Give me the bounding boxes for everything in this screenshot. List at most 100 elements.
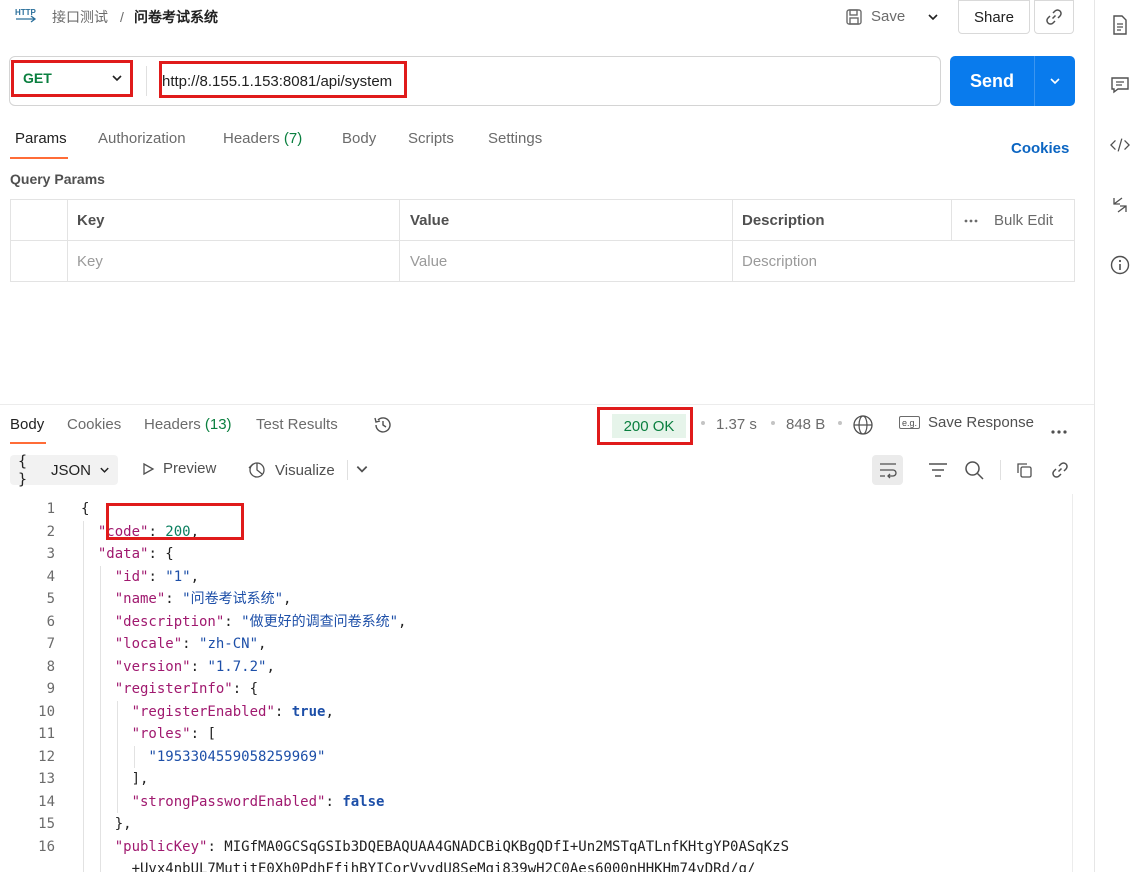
code-line: 13 ], bbox=[0, 768, 1070, 791]
format-value: JSON bbox=[50, 461, 91, 479]
code-text: "data": { bbox=[97, 546, 174, 562]
breadcrumb-current[interactable]: 问卷考试系统 bbox=[134, 7, 218, 27]
send-options-button[interactable] bbox=[1034, 56, 1075, 106]
history-icon[interactable] bbox=[373, 415, 393, 435]
code-text: "roles": [ bbox=[131, 726, 216, 742]
more-options-icon[interactable] bbox=[1050, 422, 1070, 434]
headers-count: (7) bbox=[283, 130, 303, 147]
line-number: 9 bbox=[46, 681, 55, 697]
save-button[interactable]: Save bbox=[839, 0, 917, 33]
visualize-button[interactable]: Visualize bbox=[247, 460, 335, 480]
table-row: Key Value Description bbox=[11, 241, 1074, 282]
query-params-title: Query Params bbox=[10, 171, 105, 187]
code-line: +Uvx4nbUL7MutitE0Xh0PdhFfihBYICorVvvdU8S… bbox=[0, 858, 1070, 872]
response-tab-body[interactable]: Body bbox=[10, 416, 44, 433]
code-line: 11 "roles": [ bbox=[0, 723, 1070, 746]
save-response-button[interactable]: e.g. Save Response bbox=[899, 414, 1034, 431]
highlight-box-code bbox=[106, 503, 244, 540]
tab-settings[interactable]: Settings bbox=[488, 130, 542, 147]
key-input[interactable]: Key bbox=[77, 253, 103, 270]
code-text: +Uvx4nbUL7MutitE0Xh0PdhFfihBYICorVvvdU8S… bbox=[81, 861, 756, 872]
cookies-link[interactable]: Cookies bbox=[1011, 140, 1069, 157]
toolbar-separator bbox=[347, 460, 348, 480]
indent-guide bbox=[116, 700, 118, 813]
response-size[interactable]: 848 B bbox=[786, 416, 825, 433]
code-line: 7 "locale": "zh-CN", bbox=[0, 633, 1070, 656]
line-number: 1 bbox=[46, 501, 55, 517]
separator-dot bbox=[771, 421, 775, 425]
breadcrumb-separator: / bbox=[120, 9, 124, 25]
code-line: 10 "registerEnabled": true, bbox=[0, 701, 1070, 724]
tab-headers[interactable]: Headers (7) bbox=[223, 130, 302, 147]
info-icon[interactable] bbox=[1110, 255, 1130, 275]
editor-scrollbar[interactable] bbox=[1072, 494, 1073, 872]
preview-label: Preview bbox=[163, 460, 217, 477]
line-number: 8 bbox=[46, 658, 55, 675]
highlight-box-method bbox=[11, 60, 133, 97]
value-input[interactable]: Value bbox=[410, 253, 447, 270]
link-icon bbox=[1046, 9, 1062, 25]
http-icon: HTTP bbox=[15, 6, 37, 26]
line-number: 11 bbox=[38, 726, 55, 742]
tab-body[interactable]: Body bbox=[342, 130, 376, 147]
save-icon bbox=[846, 8, 862, 25]
chevron-down-icon bbox=[100, 467, 109, 473]
response-tab-cookies[interactable]: Cookies bbox=[67, 416, 121, 433]
tab-authorization[interactable]: Authorization bbox=[98, 130, 186, 147]
related-collections-icon[interactable] bbox=[1110, 195, 1130, 215]
line-number: 10 bbox=[38, 703, 55, 720]
copy-icon[interactable] bbox=[1012, 458, 1036, 482]
separator-dot bbox=[838, 421, 842, 425]
code-text: "locale": "zh-CN", bbox=[114, 636, 267, 652]
send-button[interactable]: Send bbox=[950, 56, 1034, 106]
response-time[interactable]: 1.37 s bbox=[716, 416, 757, 433]
example-icon: e.g. bbox=[899, 416, 921, 429]
table-header-row: Key Value Description Bulk Edit bbox=[11, 200, 1074, 241]
save-options-button[interactable] bbox=[918, 0, 948, 33]
share-button[interactable]: Share bbox=[958, 0, 1030, 34]
response-tab-test-results[interactable]: Test Results bbox=[256, 416, 338, 433]
line-number: 3 bbox=[46, 546, 55, 562]
code-line: 4 "id": "1", bbox=[0, 566, 1070, 589]
chevron-down-icon bbox=[928, 13, 938, 20]
code-line: 3 "data": { bbox=[0, 543, 1070, 566]
code-line: 8 "version": "1.7.2", bbox=[0, 656, 1070, 679]
filter-icon[interactable] bbox=[926, 458, 950, 482]
search-icon[interactable] bbox=[962, 458, 986, 482]
preview-button[interactable]: Preview bbox=[141, 460, 216, 477]
code-text: "strongPasswordEnabled": false bbox=[131, 793, 385, 810]
line-number: 7 bbox=[46, 636, 55, 652]
separator-dot bbox=[701, 421, 705, 425]
toolbar-separator bbox=[1000, 460, 1001, 480]
more-icon bbox=[964, 219, 978, 222]
comments-icon[interactable] bbox=[1110, 75, 1130, 95]
code-text: "publicKey": MIGfMA0GCSqGSIb3DQEBAQUAA4G… bbox=[114, 838, 790, 855]
indent-guide bbox=[83, 520, 84, 872]
visualize-options-button[interactable] bbox=[355, 462, 371, 478]
column-value: Value bbox=[410, 212, 450, 229]
description-input[interactable]: Description bbox=[742, 253, 817, 270]
code-text: "registerEnabled": true, bbox=[131, 703, 334, 720]
code-icon[interactable] bbox=[1110, 135, 1130, 155]
bulk-edit-button[interactable]: Bulk Edit bbox=[964, 212, 1053, 229]
code-text: "name": "问卷考试系统", bbox=[114, 591, 292, 607]
code-text: "version": "1.7.2", bbox=[114, 658, 275, 675]
copy-link-button[interactable] bbox=[1034, 0, 1074, 34]
code-text: { bbox=[81, 501, 90, 517]
documentation-icon[interactable] bbox=[1110, 15, 1130, 35]
globe-icon[interactable] bbox=[852, 414, 874, 436]
code-line: 5 "name": "问卷考试系统", bbox=[0, 588, 1070, 611]
code-text: "id": "1", bbox=[114, 568, 200, 585]
format-select[interactable]: { } JSON bbox=[10, 452, 118, 488]
line-number: 14 bbox=[38, 793, 55, 810]
wrap-lines-button[interactable] bbox=[872, 455, 903, 485]
link-icon[interactable] bbox=[1048, 458, 1072, 482]
response-tab-headers[interactable]: Headers (13) bbox=[144, 416, 232, 433]
chevron-down-icon bbox=[1050, 78, 1060, 85]
tab-scripts[interactable]: Scripts bbox=[408, 130, 454, 147]
code-line: 14 "strongPasswordEnabled": false bbox=[0, 791, 1070, 814]
tab-params[interactable]: Params bbox=[15, 130, 67, 147]
breadcrumb-parent[interactable]: 接口测试 bbox=[52, 7, 108, 27]
wrap-icon bbox=[879, 463, 897, 479]
response-body-editor[interactable]: 1{2 "code": 200, 3 "data": {4 "id": "1", 5… bbox=[0, 494, 1075, 872]
